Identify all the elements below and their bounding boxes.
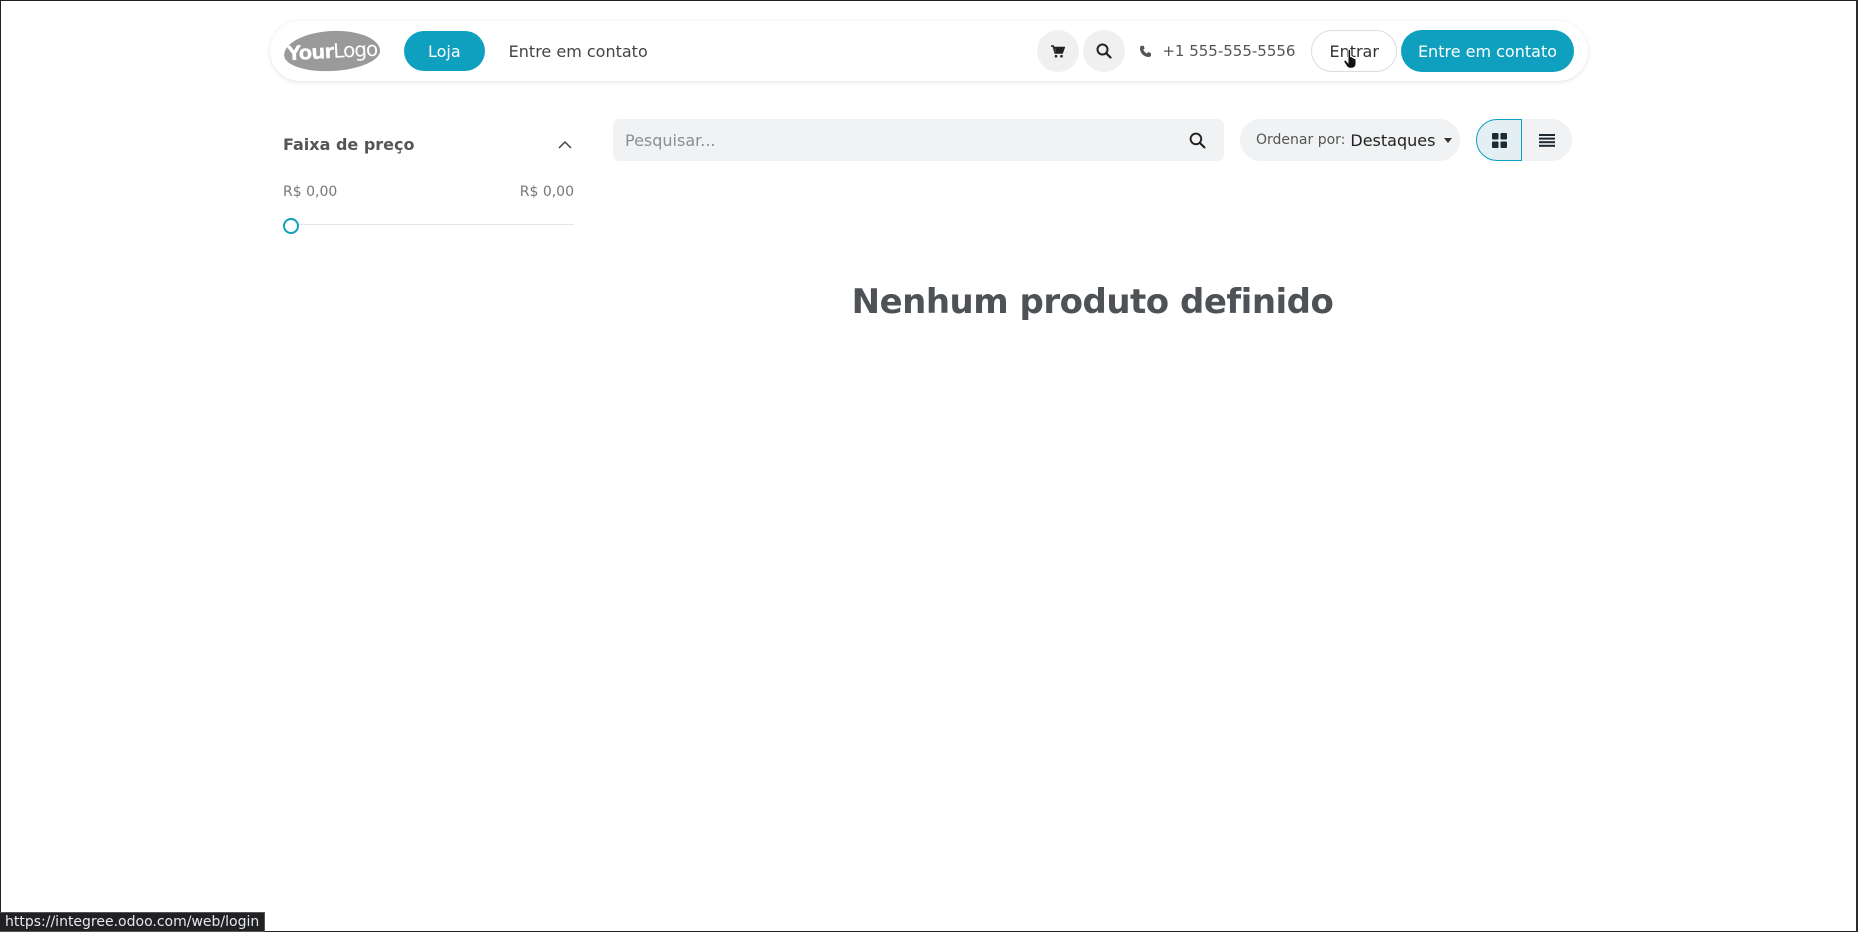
phone-link[interactable]: +1 555-555-5556	[1139, 42, 1295, 60]
slider-track	[283, 224, 574, 225]
search-toggle-button[interactable]	[1083, 30, 1126, 72]
search-icon	[1096, 43, 1112, 59]
nav-link-contact[interactable]: Entre em contato	[509, 42, 648, 61]
product-search-bar	[613, 119, 1224, 161]
sort-value: Destaques	[1350, 130, 1436, 150]
nav-link-shop[interactable]: Loja	[404, 31, 485, 71]
search-icon[interactable]	[1189, 132, 1206, 149]
price-filter-title: Faixa de preço	[283, 134, 415, 154]
hand-cursor-icon	[1343, 49, 1357, 69]
cart-button[interactable]	[1037, 30, 1080, 72]
price-filter-header[interactable]: Faixa de preço	[283, 120, 574, 168]
logo-text-light: Logo	[332, 36, 378, 63]
empty-products-message: Nenhum produto definido	[851, 282, 1334, 322]
logo-text-bold: Your	[286, 38, 334, 66]
browser-status-url: https://integree.odoo.com/web/login	[0, 912, 266, 932]
price-range-slider[interactable]	[283, 218, 574, 234]
grid-view-button[interactable]	[1476, 119, 1522, 161]
list-view-button[interactable]	[1522, 119, 1572, 161]
sort-label: Ordenar por:	[1256, 132, 1346, 148]
price-max-value: R$ 0,00	[519, 184, 574, 200]
grid-icon	[1491, 132, 1507, 148]
site-logo[interactable]: Your Logo	[283, 28, 381, 74]
phone-icon	[1140, 45, 1152, 57]
sort-dropdown[interactable]: Ordenar por: Destaques	[1240, 119, 1460, 161]
chevron-up-icon[interactable]	[558, 140, 572, 149]
price-min-value: R$ 0,00	[283, 184, 338, 200]
view-mode-toggle	[1476, 119, 1572, 161]
slider-handle[interactable]	[283, 218, 299, 234]
price-range-values: R$ 0,00 R$ 0,00	[283, 184, 574, 200]
list-icon	[1539, 133, 1555, 147]
search-input[interactable]	[625, 130, 1189, 150]
contact-cta-button[interactable]: Entre em contato	[1400, 30, 1574, 72]
site-header: Your Logo Loja Entre em contato +1 555-55…	[270, 21, 1588, 81]
caret-down-icon	[1444, 137, 1453, 143]
phone-number: +1 555-555-5556	[1162, 42, 1296, 60]
cart-icon	[1051, 44, 1066, 57]
filter-sidebar: Faixa de preço R$ 0,00 R$ 0,00	[283, 120, 574, 234]
